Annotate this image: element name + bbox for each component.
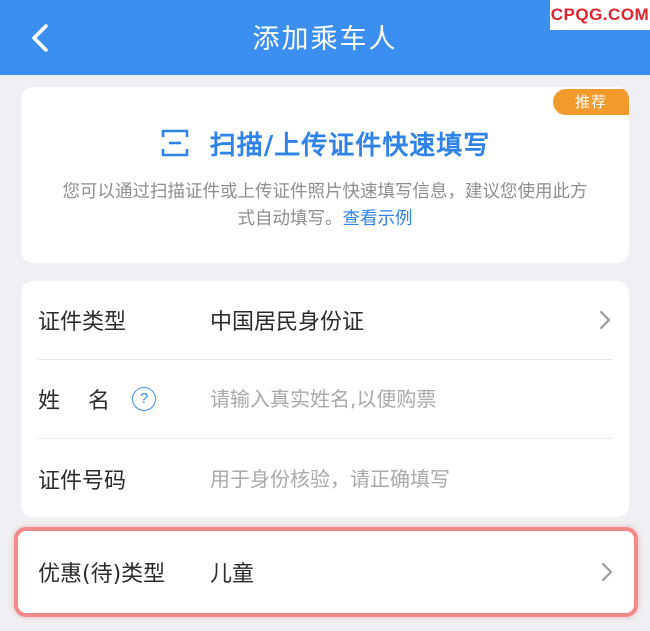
id-number-label: 证件号码 [38, 468, 127, 494]
scan-icon [161, 129, 189, 157]
scan-description: 您可以通过扫描证件或上传证件照片快速填写信息，建议您使用此方式自动填写。查看示例 [57, 179, 593, 233]
watermark: CPQG.COM [550, 0, 650, 30]
scan-upload-button[interactable]: 扫描/上传证件快速填写 [21, 123, 629, 163]
id-type-value: 中国居民身份证 [210, 310, 365, 335]
recommended-badge: 推荐 [553, 89, 629, 115]
id-number-row: 证件号码 [38, 439, 612, 518]
name-input[interactable] [210, 387, 612, 411]
scan-description-text: 您可以通过扫描证件或上传证件照片快速填写信息，建议您使用此方式自动填写。 [62, 182, 588, 229]
id-number-input[interactable] [210, 466, 612, 491]
scan-title: 扫描/上传证件快速填写 [209, 130, 491, 161]
id-type-row[interactable]: 证件类型 中国居民身份证 [38, 281, 612, 360]
chevron-right-icon [599, 310, 611, 330]
scan-upload-card: 推荐 扫描/上传证件快速填写 您可以通过扫描证件或上传证件照片快速填写信息，建议… [21, 87, 629, 263]
help-icon[interactable]: ? [132, 387, 157, 411]
name-label: 姓名 [38, 389, 139, 414]
discount-type-label: 优惠(待)类型 [38, 562, 166, 587]
name-row: 姓名 ? [38, 360, 612, 439]
id-type-label: 证件类型 [38, 310, 127, 335]
discount-type-row[interactable]: 优惠(待)类型 儿童 [38, 531, 614, 613]
discount-type-card: 优惠(待)类型 儿童 [14, 527, 638, 617]
chevron-right-icon [601, 562, 613, 582]
discount-type-value: 儿童 [210, 562, 255, 587]
view-example-link[interactable]: 查看示例 [343, 209, 413, 229]
passenger-form: 证件类型 中国居民身份证 姓名 ? 证件号码 [21, 281, 629, 517]
